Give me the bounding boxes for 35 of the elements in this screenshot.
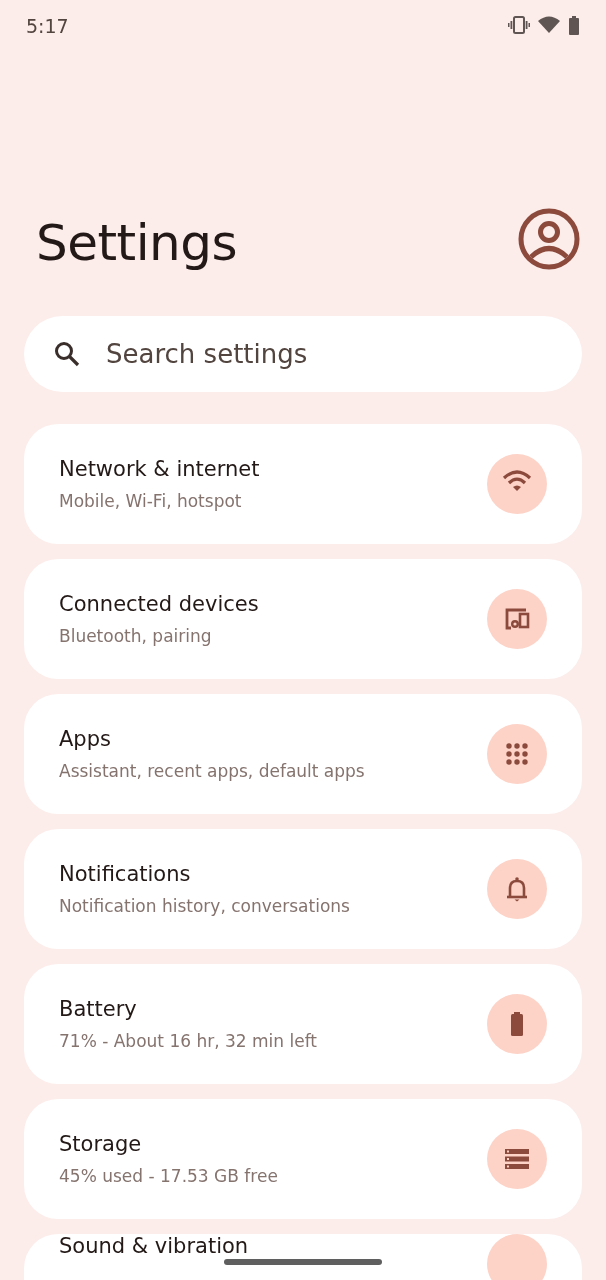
- settings-item[interactable]: Connected devices Bluetooth, pairing: [24, 559, 582, 679]
- battery-icon: [568, 16, 580, 36]
- settings-item[interactable]: Notifications Notification history, conversations: [24, 829, 582, 949]
- settings-item[interactable]: Storage 45% used - 17.53 GB free: [24, 1099, 582, 1219]
- search-input[interactable]: Search settings: [104, 333, 552, 375]
- account-icon[interactable]: [518, 208, 580, 270]
- search-field[interactable]: Search settings: [24, 316, 582, 392]
- item-subtitle: Notification history, conversations: [59, 895, 350, 918]
- item-title: Network & internet: [59, 455, 260, 483]
- item-subtitle: 45% used - 17.53 GB free: [59, 1165, 278, 1188]
- vibrate-icon: [508, 16, 530, 34]
- apps-icon: [487, 724, 547, 784]
- item-subtitle: Bluetooth, pairing: [59, 625, 213, 648]
- devices-icon: [487, 589, 547, 649]
- item-title: Notifications: [59, 860, 192, 888]
- item-subtitle: 71% - About 16 hr, 32 min left: [59, 1030, 318, 1053]
- bell-icon: [487, 859, 547, 919]
- settings-item[interactable]: Sound & vibration: [24, 1234, 582, 1280]
- status-time: 5:17: [26, 14, 69, 39]
- item-title: Connected devices: [59, 590, 259, 618]
- item-title: Storage: [59, 1130, 143, 1158]
- battery-icon: [487, 994, 547, 1054]
- item-title: Battery: [59, 995, 138, 1023]
- item-subtitle: Assistant, recent apps, default apps: [59, 760, 365, 783]
- item-title: Sound & vibration: [59, 1234, 249, 1258]
- item-subtitle: Mobile, Wi-Fi, hotspot: [59, 490, 243, 513]
- wifi-icon: [487, 454, 547, 514]
- page-title: Settings: [36, 216, 238, 271]
- storage-icon: [487, 1129, 547, 1189]
- settings-item[interactable]: Network & internet Mobile, Wi-Fi, hotspot: [24, 424, 582, 544]
- search-icon: [54, 341, 80, 367]
- settings-item[interactable]: Apps Assistant, recent apps, default apps: [24, 694, 582, 814]
- wifi-icon: [538, 16, 560, 34]
- item-title: Apps: [59, 725, 112, 753]
- settings-item[interactable]: Battery 71% - About 16 hr, 32 min left: [24, 964, 582, 1084]
